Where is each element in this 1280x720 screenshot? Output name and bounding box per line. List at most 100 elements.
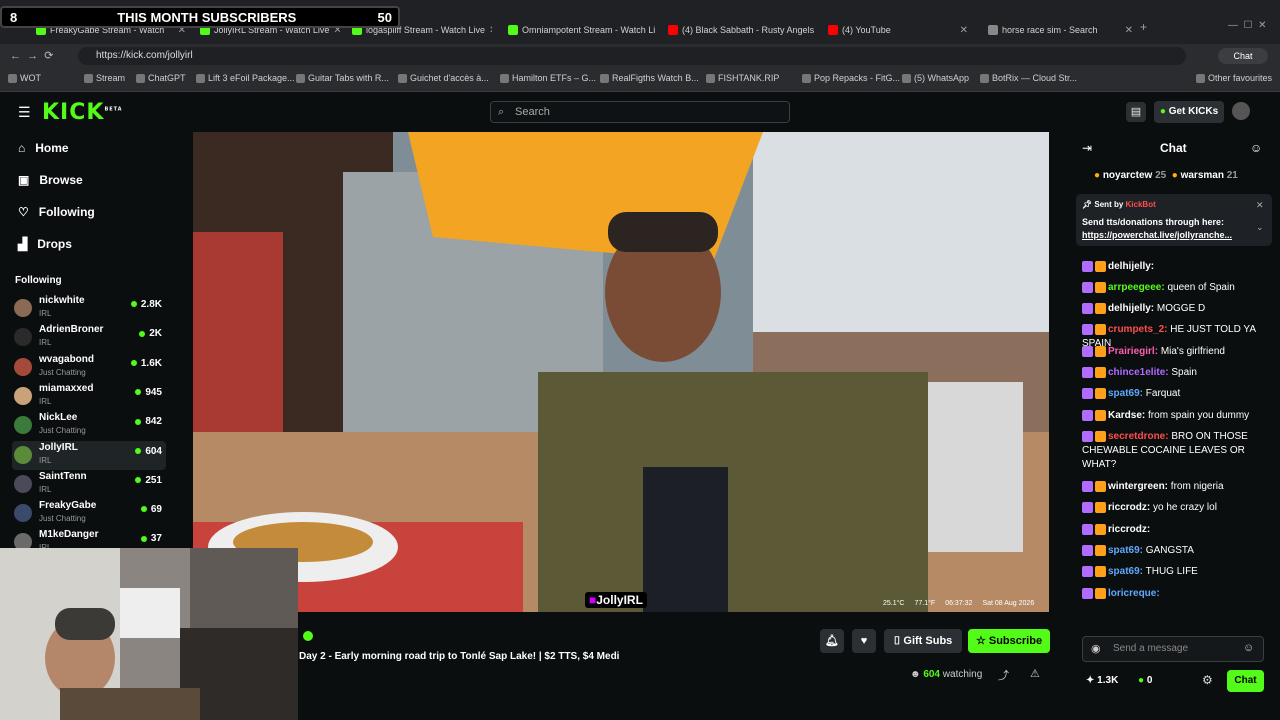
bookmark-item[interactable]: Stream <box>84 73 125 83</box>
chat-username[interactable]: Prairiegirl: <box>1108 346 1158 357</box>
following-channel[interactable]: miamaxxed IRL 945 <box>12 382 166 411</box>
chat-username[interactable]: spat69: <box>1108 388 1143 399</box>
chevron-down-icon[interactable]: ⌄ <box>1256 222 1264 233</box>
bookmark-item[interactable]: BotRix — Cloud Str... <box>980 73 1077 83</box>
other-favourites[interactable]: Other favourites <box>1196 73 1272 83</box>
chat-username[interactable]: riccrodz: <box>1108 524 1150 535</box>
channel-name: FreakyGabe <box>39 500 97 512</box>
pinned-text: Send tts/donations through here: <box>1082 217 1224 227</box>
gifter-badge-icon: ● <box>1171 170 1178 181</box>
bell-icon[interactable]: 🔔︎ <box>820 629 844 653</box>
following-channel[interactable]: SaintTenn IRL 251 <box>12 470 166 499</box>
chat-username[interactable]: Kardse: <box>1108 410 1145 421</box>
bookmark-item[interactable]: RealFigths Watch B... <box>600 73 699 83</box>
collapse-chat-icon[interactable]: ⇥ <box>1082 141 1092 155</box>
follow-heart-icon[interactable]: ♥ <box>852 629 876 653</box>
bookmark-item[interactable]: FISHTANK.RIP <box>706 73 779 83</box>
users-icon[interactable]: ☺ <box>1250 141 1262 155</box>
bookmark-label: WOT <box>20 73 41 83</box>
channel-points[interactable]: ✦ 1.3K <box>1086 675 1118 686</box>
bookmark-item[interactable]: Guitar Tabs with R... <box>296 73 389 83</box>
unpin-icon[interactable]: ✕ <box>1256 200 1264 211</box>
viewer-count-label: watching <box>942 669 983 680</box>
following-channel[interactable]: NickLee Just Chatting 842 <box>12 411 166 440</box>
kicks-balance[interactable]: ● 0 <box>1138 675 1152 686</box>
chat-text: yo he crazy lol <box>1153 502 1217 513</box>
library-icon[interactable]: ▤ <box>1126 102 1146 122</box>
chat-text: Spain <box>1171 367 1197 378</box>
bookmark-favicon-icon <box>802 73 811 83</box>
chat-message: Prairiegirl: Mia's girlfriend <box>1082 345 1262 359</box>
close-tab-icon[interactable]: ✕ <box>1125 25 1133 36</box>
following-channel[interactable]: nickwhite IRL 2.8K <box>12 294 166 323</box>
send-chat-button[interactable]: Chat <box>1227 670 1264 692</box>
menu-icon[interactable]: ☰ <box>18 104 31 121</box>
chat-extension-button[interactable]: Chat <box>1218 48 1268 64</box>
browser-tab[interactable]: (4) Black Sabbath - Rusty Angels✕ <box>668 18 818 42</box>
chat-username[interactable]: riccrodz: <box>1108 502 1150 513</box>
pinned-message[interactable]: 📌︎ Sent by KickBot Send tts/donations th… <box>1076 194 1272 246</box>
chat-username[interactable]: delhijelly: <box>1108 261 1154 272</box>
chat-username[interactable]: spat69: <box>1108 566 1143 577</box>
search-input[interactable]: ⌕ Search <box>490 101 790 123</box>
get-kicks-button[interactable]: ● Get KICKs <box>1154 101 1224 123</box>
pinned-link[interactable]: https://powerchat.live/jollyranche... <box>1082 230 1232 240</box>
share-icon[interactable]: ⤴ <box>998 667 1009 683</box>
emoji-icon[interactable]: ☺ <box>1243 642 1254 654</box>
video-player[interactable]: ■JollyIRL 25.1°C 77.1°F 06:37:32 Sat 08 … <box>193 132 1049 612</box>
nav-browse[interactable]: ▣ Browse <box>18 173 83 187</box>
bookmark-item[interactable]: Guichet d'accès à... <box>398 73 489 83</box>
following-channel[interactable]: AdrienBroner IRL 2K <box>12 323 166 352</box>
chat-username[interactable]: loricreque: <box>1108 588 1160 599</box>
chat-username[interactable]: secretdrone: <box>1108 431 1169 442</box>
sub-badge-icon <box>1082 430 1093 442</box>
gifter-badge-icon <box>1095 501 1106 513</box>
gear-icon[interactable]: ⚙ <box>1202 673 1213 687</box>
bookmark-item[interactable]: Hamilton ETFs – G... <box>500 73 596 83</box>
chat-settings-icon[interactable]: ◉ <box>1091 642 1101 655</box>
sub-badge-icon <box>1082 544 1093 556</box>
chat-username[interactable]: wintergreen: <box>1108 481 1168 492</box>
pinned-sent-by: 📌︎ Sent by KickBot <box>1082 200 1156 209</box>
pin-icon: 📌︎ <box>1082 200 1093 209</box>
channel-name: AdrienBroner <box>39 324 104 336</box>
bookmark-item[interactable]: WOT <box>8 73 41 83</box>
gift-subs-button[interactable]: ⌷ Gift Subs <box>884 629 962 653</box>
url-input[interactable]: https://kick.com/jollyirl <box>78 47 1186 65</box>
search-icon: ⌕ <box>498 106 505 118</box>
watermark-text: JollyIRL <box>596 593 643 607</box>
following-channel[interactable]: JollyIRL IRL 604 <box>12 440 166 470</box>
nav-home[interactable]: ⌂ Home <box>18 141 69 155</box>
chat-username[interactable]: arrpeegeee: <box>1108 282 1165 293</box>
nav-buttons[interactable]: ← → ⟳ <box>10 49 53 62</box>
browser-tab[interactable]: horse race sim - Search ✕ <box>988 18 1133 42</box>
report-icon[interactable]: ⚠ <box>1030 667 1040 680</box>
chat-username[interactable]: spat69: <box>1108 545 1143 556</box>
bookmark-item[interactable]: Pop Repacks - FitG... <box>802 73 900 83</box>
gifter-badge-icon <box>1095 480 1106 492</box>
browser-tab[interactable]: (4) YouTube ✕ <box>828 18 968 42</box>
chat-input[interactable]: ◉ Send a message ☺ <box>1082 636 1264 662</box>
chat-username[interactable]: crumpets_2: <box>1108 324 1167 335</box>
gifter-badge-icon <box>1095 430 1106 442</box>
window-controls[interactable]: — ☐ ✕ <box>1228 20 1266 31</box>
bookmark-item[interactable]: Lift 3 eFoil Package... <box>196 73 295 83</box>
nav-following-label: Following <box>38 205 95 219</box>
subscribe-button[interactable]: ☆ Subscribe <box>968 629 1050 653</box>
chat-username[interactable]: chince1elite: <box>1108 367 1169 378</box>
close-tab-icon[interactable]: ✕ <box>960 25 968 36</box>
browser-tab[interactable]: Omniampotent Stream - Watch Li✕ <box>508 18 658 42</box>
bookmark-item[interactable]: ChatGPT <box>136 73 186 83</box>
new-tab-button[interactable]: + <box>1140 20 1147 34</box>
nav-following[interactable]: ♡ Following <box>18 205 95 219</box>
gifter-2-count: 21 <box>1226 170 1238 181</box>
user-avatar[interactable] <box>1232 102 1250 120</box>
kick-logo[interactable]: KICKBETA <box>42 100 123 125</box>
bookmark-item[interactable]: (5) WhatsApp <box>902 73 969 83</box>
chat-username[interactable]: delhijelly: <box>1108 303 1154 314</box>
following-channel[interactable]: wvagabond Just Chatting 1.6K <box>12 353 166 382</box>
get-kicks-label: Get KICKs <box>1168 106 1219 117</box>
following-channel[interactable]: FreakyGabe Just Chatting 69 <box>12 499 166 528</box>
close-tab-icon[interactable]: ✕ <box>489 25 492 36</box>
nav-drops[interactable]: ▟ Drops <box>18 237 72 251</box>
